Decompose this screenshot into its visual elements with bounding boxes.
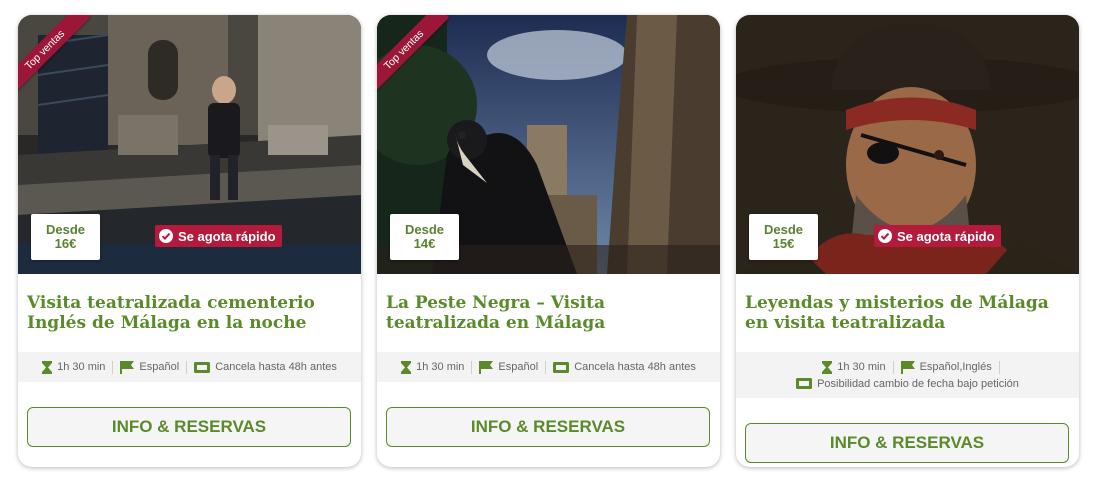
- tour-title[interactable]: Leyendas y misterios de Málaga en visita…: [745, 293, 1071, 333]
- price-label: Desde: [45, 222, 86, 237]
- price-badge: Desde 15€: [749, 214, 818, 260]
- price-value: 14€: [413, 236, 436, 251]
- price-badge: Desde 14€: [390, 214, 459, 260]
- cancel-text: Cancela hasta 48h antes: [215, 361, 337, 373]
- tour-meta: 1h 30 min Español Cancela hasta 48h ante…: [18, 352, 361, 382]
- tour-meta: 1h 30 min Español Cancela hasta 48h ante…: [377, 352, 720, 382]
- price-value: 15€: [772, 236, 795, 251]
- duration-text: 1h 30 min: [416, 361, 465, 373]
- language-item: Español,Inglés: [894, 360, 1000, 374]
- sells-fast-badge: Se agota rápido: [155, 225, 282, 247]
- tour-meta: 1h 30 min Español,Inglés Posibilidad cam…: [736, 352, 1079, 398]
- ticket-icon: [194, 361, 211, 373]
- sells-fast-badge: Se agota rápido: [874, 225, 1001, 247]
- hourglass-icon: [822, 360, 833, 374]
- tour-title[interactable]: Visita teatralizada cementerio Inglés de…: [27, 293, 353, 333]
- ticket-icon: [553, 361, 570, 373]
- info-reservas-button[interactable]: INFO & RESERVAS: [386, 407, 710, 447]
- check-circle-icon: [159, 229, 173, 243]
- info-reservas-button[interactable]: INFO & RESERVAS: [27, 407, 351, 447]
- price-label: Desde: [763, 222, 804, 237]
- sells-fast-label: Se agota rápido: [897, 228, 995, 244]
- info-reservas-button[interactable]: INFO & RESERVAS: [745, 423, 1069, 463]
- tour-card[interactable]: Desde 15€ Se agota rápido Leyendas y mis…: [736, 15, 1079, 467]
- tour-card[interactable]: Top ventas Desde 16€ Se agota rápido Vis…: [18, 15, 361, 467]
- sells-fast-label: Se agota rápido: [178, 228, 276, 244]
- date-change-text: Posibilidad cambio de fecha bajo petició…: [817, 377, 1019, 390]
- cancel-item: Cancela hasta 48h antes: [546, 361, 703, 374]
- check-circle-icon: [878, 229, 892, 243]
- price-label: Desde: [404, 222, 445, 237]
- cancel-item: Cancela hasta 48h antes: [187, 361, 344, 374]
- language-text: Español: [498, 361, 539, 373]
- flag-icon: [120, 360, 135, 374]
- duration-text: 1h 30 min: [837, 361, 886, 373]
- price-value: 16€: [54, 236, 77, 251]
- hourglass-icon: [42, 360, 53, 374]
- language-text: Español: [139, 361, 180, 373]
- duration-item: 1h 30 min: [35, 360, 114, 374]
- duration-text: 1h 30 min: [57, 361, 106, 373]
- ticket-icon: [796, 378, 813, 389]
- cancel-text: Cancela hasta 48h antes: [574, 361, 696, 373]
- tour-card[interactable]: Top ventas Desde 14€ La Peste Negra – Vi…: [377, 15, 720, 467]
- tour-title[interactable]: La Peste Negra – Visita teatralizada en …: [386, 293, 712, 333]
- duration-item: 1h 30 min: [815, 360, 894, 374]
- date-change-item: Posibilidad cambio de fecha bajo petició…: [736, 378, 1079, 390]
- language-item: Español: [472, 360, 547, 374]
- flag-icon: [479, 360, 494, 374]
- hourglass-icon: [401, 360, 412, 374]
- duration-item: 1h 30 min: [394, 360, 473, 374]
- flag-icon: [900, 360, 915, 374]
- language-item: Español: [113, 360, 188, 374]
- tour-cards: Top ventas Desde 16€ Se agota rápido Vis…: [18, 15, 1079, 467]
- price-badge: Desde 16€: [31, 214, 100, 260]
- language-text: Español,Inglés: [919, 361, 992, 373]
